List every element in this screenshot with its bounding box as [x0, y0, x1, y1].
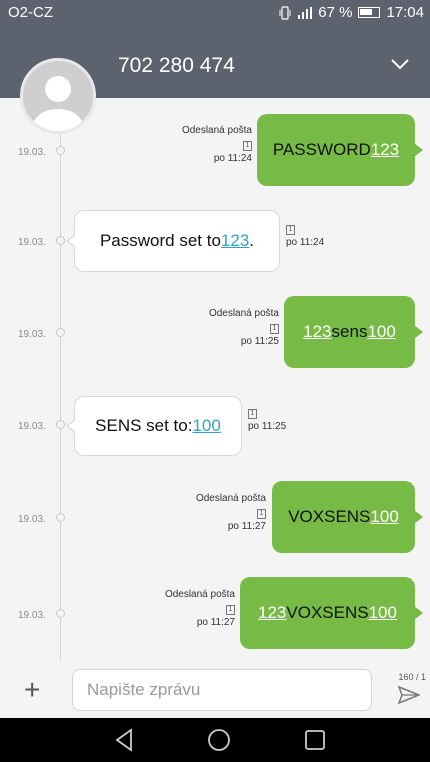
- number-link[interactable]: 100: [192, 416, 220, 436]
- sim-icon: 1: [257, 509, 266, 519]
- signal-icon: [298, 6, 313, 19]
- message-meta: 1 po 11:24: [286, 222, 324, 250]
- timeline-line: [60, 130, 61, 660]
- sim-icon: 1: [243, 141, 252, 151]
- plus-icon[interactable]: +: [24, 676, 40, 704]
- sim-icon: 1: [286, 225, 295, 235]
- message-meta: Odeslaná pošta 1 po 11:27: [165, 588, 235, 630]
- message-input[interactable]: Napište zprávu: [72, 669, 372, 711]
- message-text: SENS set to:: [95, 416, 193, 435]
- system-nav-bar: [0, 718, 430, 762]
- message-meta: Odeslaná pošta 1 po 11:25: [209, 307, 279, 349]
- message-time: po 11:25: [240, 336, 279, 347]
- timeline-dot: [56, 420, 65, 429]
- message-time: po 11:27: [196, 617, 235, 628]
- message-status: Odeslaná pošta: [195, 493, 266, 504]
- incoming-bubble[interactable]: Password set to 123.: [66, 210, 280, 272]
- message-time: po 11:24: [286, 237, 325, 248]
- message-time: po 11:27: [227, 521, 266, 532]
- message-date: 19.03.: [18, 514, 46, 525]
- clock: 17:04: [386, 4, 424, 21]
- number-link[interactable]: 100: [369, 603, 397, 623]
- carrier-label: O2-CZ: [8, 4, 53, 21]
- composer-bar: + Napište zprávu 160 / 1: [0, 662, 430, 718]
- status-icons: 67 % 17:04: [278, 4, 424, 21]
- incoming-bubble[interactable]: SENS set to: 100: [66, 396, 242, 456]
- sim-icon: 1: [248, 409, 257, 419]
- message-meta: 1 po 11:25: [248, 406, 286, 434]
- contact-number[interactable]: 702 280 474: [118, 54, 235, 78]
- number-link[interactable]: 100: [370, 507, 398, 527]
- message-status: Odeslaná pošta: [181, 125, 252, 136]
- message-date: 19.03.: [18, 237, 46, 248]
- outgoing-bubble[interactable]: PASSWORD 123: [257, 114, 423, 186]
- message-text: VOXSENS: [286, 603, 369, 622]
- message-status: Odeslaná pošta: [208, 308, 279, 319]
- number-link[interactable]: 123: [221, 231, 249, 251]
- battery-percent: 67 %: [318, 4, 353, 21]
- sim-icon: 1: [226, 605, 235, 615]
- char-counter: 160 / 1: [398, 672, 426, 682]
- outgoing-bubble[interactable]: VOXSENS 100: [272, 481, 423, 553]
- outgoing-bubble[interactable]: 123 VOXSENS 100: [240, 577, 423, 649]
- status-bar: O2-CZ 67 % 17:04: [0, 0, 430, 26]
- message-status: Odeslaná pošta: [164, 589, 235, 600]
- message-text: PASSWORD: [272, 140, 371, 159]
- timeline-dot: [56, 609, 65, 618]
- message-text: VOXSENS: [288, 507, 371, 526]
- avatar[interactable]: [20, 58, 96, 134]
- timeline-dot: [56, 146, 65, 155]
- message-date: 19.03.: [18, 329, 46, 340]
- outgoing-bubble[interactable]: 123 sens 100: [284, 296, 423, 368]
- message-time: po 11:24: [213, 153, 252, 164]
- message-text: Password set to: [99, 231, 221, 250]
- sim-icon: 1: [270, 324, 279, 334]
- chevron-down-icon[interactable]: [390, 58, 410, 70]
- number-link[interactable]: 100: [367, 322, 395, 342]
- message-date: 19.03.: [18, 147, 46, 158]
- message-date: 19.03.: [18, 421, 46, 432]
- number-link[interactable]: 123: [303, 322, 331, 342]
- vibrate-icon: [279, 5, 291, 20]
- send-icon[interactable]: [398, 686, 420, 704]
- message-time: po 11:25: [248, 421, 287, 432]
- message-date: 19.03.: [18, 610, 46, 621]
- timeline-dot: [56, 328, 65, 337]
- message-text: .: [249, 231, 255, 250]
- number-link[interactable]: 123: [258, 603, 286, 623]
- timeline-dot: [56, 513, 65, 522]
- back-icon[interactable]: [113, 728, 135, 752]
- message-meta: Odeslaná pošta 1 po 11:24: [182, 124, 252, 166]
- number-link[interactable]: 123: [371, 140, 399, 160]
- timeline-dot: [56, 236, 65, 245]
- home-icon[interactable]: [207, 728, 231, 752]
- message-text: sens: [331, 322, 368, 341]
- battery-icon: [358, 7, 381, 18]
- person-icon: [31, 76, 85, 131]
- recents-icon[interactable]: [304, 728, 326, 752]
- message-meta: Odeslaná pošta 1 po 11:27: [196, 492, 266, 534]
